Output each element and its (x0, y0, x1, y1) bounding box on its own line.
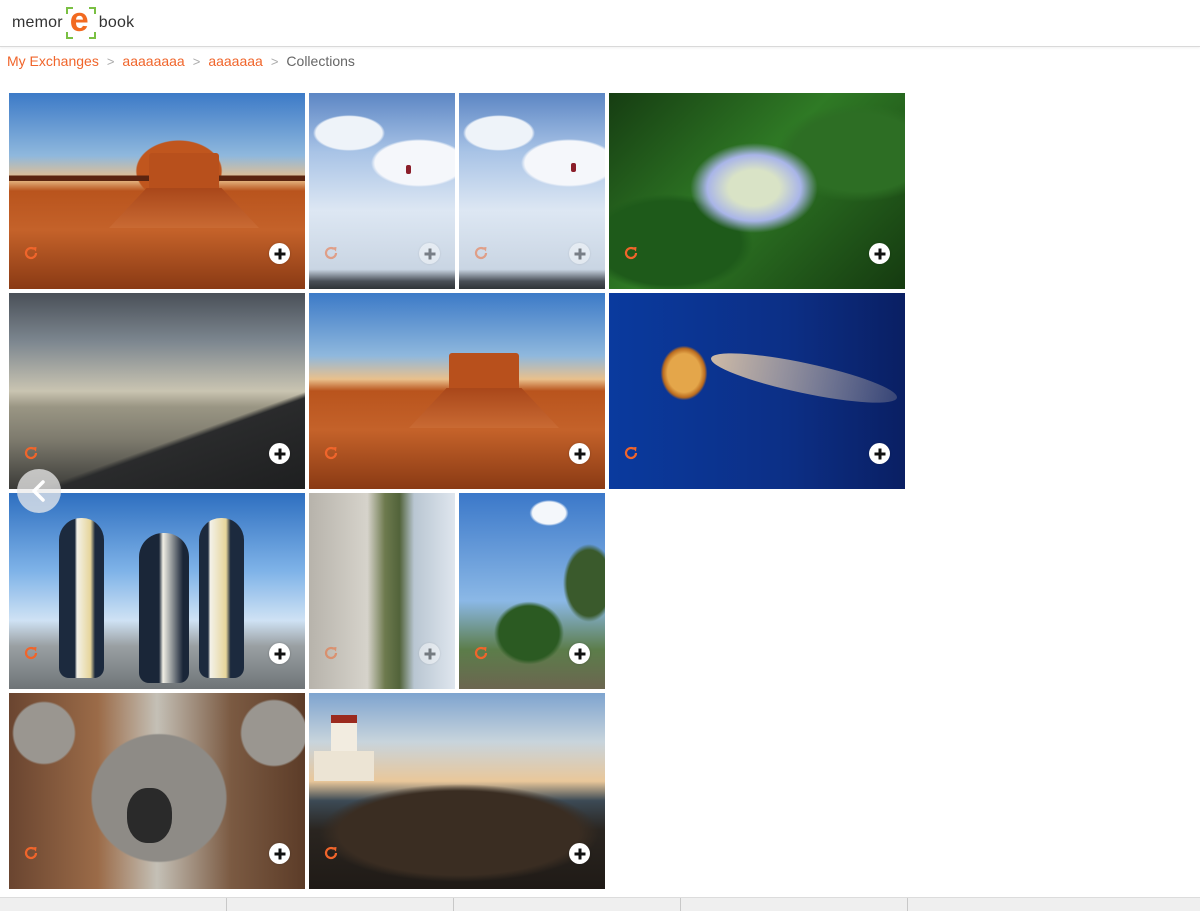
photo-tile-palm-trees[interactable] (459, 493, 605, 689)
previous-arrow-button[interactable] (17, 469, 61, 513)
penguin-shape (199, 518, 244, 678)
photo-tile-penguins[interactable] (9, 493, 305, 689)
photo-image (609, 93, 905, 289)
toolbar-segment[interactable] (454, 898, 681, 911)
logo-text-start: memor (12, 14, 63, 31)
photo-tile-koala[interactable] (9, 693, 305, 889)
toolbar-segment[interactable] (0, 898, 227, 911)
breadcrumb-current: Collections (286, 53, 355, 69)
add-photo-plus-icon[interactable] (269, 643, 290, 664)
logo-e-mark: e (64, 1, 98, 41)
breadcrumb: My Exchanges > aaaaaaaa > aaaaaaa > Coll… (7, 53, 355, 69)
rotate-icon[interactable] (472, 644, 490, 662)
rotate-icon[interactable] (622, 444, 640, 462)
add-photo-plus-icon[interactable] (569, 843, 590, 864)
chevron-left-icon (32, 480, 45, 502)
breadcrumb-separator: > (270, 53, 279, 69)
paraglider-detail (406, 165, 411, 174)
rotate-icon[interactable] (472, 244, 490, 262)
photo-tile-jellyfish[interactable] (609, 293, 905, 489)
breadcrumb-separator: > (106, 53, 115, 69)
lighthouse-tower (331, 715, 357, 753)
add-photo-plus-icon[interactable] (419, 243, 440, 264)
rotate-icon[interactable] (322, 844, 340, 862)
paraglider-detail (571, 163, 576, 172)
rotate-icon[interactable] (322, 244, 340, 262)
logo-e-letter: e (69, 1, 89, 39)
penguin-shape (139, 533, 189, 683)
toolbar-segment[interactable] (227, 898, 454, 911)
photo-tile-hydrangea[interactable] (609, 93, 905, 289)
lighthouse-house (314, 751, 374, 781)
rotate-icon[interactable] (22, 244, 40, 262)
memorebook-logo[interactable]: memor e book (12, 1, 135, 41)
add-photo-plus-icon[interactable] (569, 243, 590, 264)
photo-tile-desert-butte[interactable] (9, 93, 305, 289)
photo-tile-paraglider[interactable] (309, 93, 455, 289)
photo-tile-desert-butte-2[interactable] (309, 293, 605, 489)
toolbar-segment[interactable] (681, 898, 908, 911)
rotate-icon[interactable] (22, 644, 40, 662)
bottom-toolbar (0, 897, 1200, 911)
add-photo-plus-icon[interactable] (269, 843, 290, 864)
photo-tile-lakeside-dusk[interactable] (9, 293, 305, 489)
rotate-icon[interactable] (22, 844, 40, 862)
breadcrumb-album[interactable]: aaaaaaa (208, 53, 263, 69)
rotate-icon[interactable] (622, 244, 640, 262)
photo-tile-rotated-lakeside[interactable] (309, 493, 455, 689)
photo-tile-paraglider-copy[interactable] (459, 93, 605, 289)
add-photo-plus-icon[interactable] (269, 443, 290, 464)
breadcrumb-separator: > (192, 53, 201, 69)
rotate-icon[interactable] (22, 444, 40, 462)
logo-text-end: book (98, 14, 135, 31)
photo-detail (149, 153, 219, 193)
koala-nose (127, 788, 172, 843)
add-photo-plus-icon[interactable] (869, 443, 890, 464)
rotate-icon[interactable] (322, 444, 340, 462)
add-photo-plus-icon[interactable] (569, 443, 590, 464)
add-photo-plus-icon[interactable] (569, 643, 590, 664)
photo-image (9, 293, 305, 489)
add-photo-plus-icon[interactable] (419, 643, 440, 664)
photo-tile-lighthouse[interactable] (309, 693, 605, 889)
breadcrumb-exchange[interactable]: aaaaaaaa (122, 53, 184, 69)
add-photo-plus-icon[interactable] (869, 243, 890, 264)
photo-detail (449, 353, 519, 393)
add-photo-plus-icon[interactable] (269, 243, 290, 264)
rotate-icon[interactable] (322, 644, 340, 662)
breadcrumb-my-exchanges[interactable]: My Exchanges (7, 53, 99, 69)
app-header: memor e book (0, 0, 1200, 47)
penguin-shape (59, 518, 104, 678)
